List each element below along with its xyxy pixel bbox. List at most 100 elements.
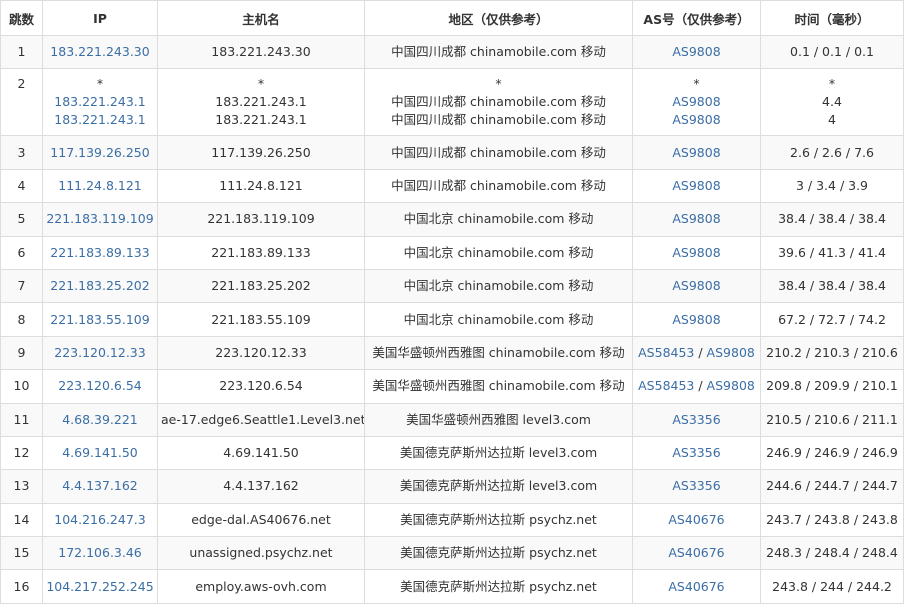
latency-text: 4.4 (822, 94, 842, 110)
as-link[interactable]: AS9808 (672, 94, 720, 109)
as-link[interactable]: AS3356 (672, 412, 720, 427)
time-cell: 243.8 / 244 / 244.2 (760, 569, 904, 604)
as-link[interactable]: AS3356 (672, 478, 720, 493)
region-cell: 中国四川成都 chinamobile.com 移动 (364, 168, 633, 204)
ip-link[interactable]: 172.106.3.46 (46, 544, 154, 562)
as-link[interactable]: AS40676 (668, 512, 724, 527)
ip-link[interactable]: 111.24.8.121 (46, 177, 154, 195)
ip-cell: 104.217.252.245 (42, 569, 158, 604)
as-line: AS58453 / AS9808 (636, 377, 757, 395)
as-link[interactable]: AS9808 (672, 312, 720, 327)
hostname-text: 221.183.89.133 (211, 244, 311, 260)
as-cell: AS3356 (632, 402, 761, 437)
as-line: * (636, 75, 757, 93)
as-link[interactable]: AS9808 (672, 178, 720, 193)
time-cell: 67.2 / 72.7 / 74.2 (760, 302, 904, 337)
hostname-cell: 221.183.89.133 (157, 235, 365, 270)
as-link[interactable]: AS9808 (672, 44, 720, 59)
hop-number: 5 (17, 211, 26, 227)
latency-text: 243.8 / 244 / 244.2 (772, 578, 892, 594)
timeout-marker: * (96, 76, 104, 92)
time-cell: 210.2 / 210.3 / 210.6 (760, 335, 904, 371)
hop-number: 9 (17, 344, 26, 360)
hostname-text: * (257, 76, 265, 92)
as-link[interactable]: AS9808 (672, 211, 720, 226)
hop-cell: 1 (0, 34, 43, 70)
ip-link[interactable]: 4.69.141.50 (46, 444, 154, 462)
ip-link[interactable]: 183.221.243.1 (46, 93, 154, 111)
as-line: AS3356 (636, 444, 757, 462)
as-cell: AS3356 (632, 469, 761, 504)
region-cell: 中国北京 chinamobile.com 移动 (364, 268, 633, 304)
as-link[interactable]: AS9808 (707, 345, 755, 360)
time-cell: 3 / 3.4 / 3.9 (760, 168, 904, 204)
table-row: 11 4.68.39.221 ae-17.edge6.Seattle1.Level3… (0, 402, 904, 437)
as-link[interactable]: AS9808 (707, 378, 755, 393)
hostname-cell: 111.24.8.121 (157, 168, 365, 204)
hop-cell: 2 (0, 68, 43, 137)
region-cell: 美国德克萨斯州达拉斯 level3.com (364, 435, 633, 471)
hop-number: 8 (17, 311, 26, 327)
hostname-text: 4.69.141.50 (223, 445, 299, 461)
as-line: AS9808 (636, 111, 757, 129)
ip-link[interactable]: 221.183.119.109 (46, 210, 154, 228)
ip-link[interactable]: 221.183.25.202 (46, 277, 154, 295)
as-cell: AS58453 / AS9808 (632, 369, 761, 404)
ip-link[interactable]: 104.216.247.3 (46, 511, 154, 529)
region-text: 中国北京 chinamobile.com 移动 (403, 211, 594, 227)
as-link[interactable]: AS58453 (638, 378, 694, 393)
ip-cell: 221.183.89.133 (42, 235, 158, 270)
as-line: AS40676 (636, 578, 757, 596)
ip-link[interactable]: 183.221.243.1 (46, 111, 154, 129)
as-link[interactable]: AS40676 (668, 579, 724, 594)
region-text: * (495, 76, 502, 92)
ip-link[interactable]: 223.120.12.33 (46, 344, 154, 362)
as-cell: AS40676 (632, 536, 761, 571)
as-link[interactable]: AS40676 (668, 545, 724, 560)
region-text: 美国华盛顿州西雅图 level3.com (406, 411, 591, 427)
hostname-text: 4.4.137.162 (223, 478, 299, 494)
ip-link[interactable]: 4.4.137.162 (46, 477, 154, 495)
as-link[interactable]: AS9808 (672, 112, 720, 127)
as-link[interactable]: AS58453 (638, 345, 694, 360)
ip-link[interactable]: 223.120.6.54 (46, 377, 154, 395)
hostname-cell: 223.120.6.54 (157, 369, 365, 404)
ip-link[interactable]: 221.183.55.109 (46, 311, 154, 329)
hop-cell: 10 (0, 369, 43, 404)
region-cell: 中国北京 chinamobile.com 移动 (364, 202, 633, 237)
ip-cell: 221.183.119.109 (42, 202, 158, 237)
ip-link[interactable]: 117.139.26.250 (46, 144, 154, 162)
region-text: 美国德克萨斯州达拉斯 psychz.net (400, 511, 597, 527)
latency-text: 38.4 / 38.4 / 38.4 (778, 211, 886, 227)
ip-cell: 221.183.55.109 (42, 302, 158, 337)
ip-link[interactable]: 221.183.89.133 (46, 244, 154, 262)
as-link[interactable]: AS3356 (672, 445, 720, 460)
region-cell: 中国北京 chinamobile.com 移动 (364, 302, 633, 337)
ip-link[interactable]: 183.221.243.30 (46, 43, 154, 61)
as-link[interactable]: AS9808 (672, 278, 720, 293)
as-line: AS9808 (636, 210, 757, 228)
hop-number: 10 (13, 378, 30, 394)
ip-cell: 4.68.39.221 (42, 402, 158, 437)
region-cell: 美国华盛顿州西雅图 chinamobile.com 移动 (364, 369, 633, 404)
traceroute-table: 跳数 IP 主机名 地区（仅供参考） AS号（仅供参考） 时间（毫秒） 1 183… (0, 0, 904, 604)
hop-number: 6 (17, 244, 26, 260)
region-cell: 美国德克萨斯州达拉斯 psychz.net (364, 569, 633, 604)
table-header: 跳数 IP 主机名 地区（仅供参考） AS号（仅供参考） 时间（毫秒） (0, 0, 904, 36)
ip-cell: 117.139.26.250 (42, 135, 158, 170)
as-cell: AS40676 (632, 502, 761, 538)
ip-cell: 4.69.141.50 (42, 435, 158, 471)
latency-text: 210.2 / 210.3 / 210.6 (766, 344, 898, 360)
ip-link[interactable]: 4.68.39.221 (46, 411, 154, 429)
region-text: 中国四川成都 chinamobile.com 移动 (391, 44, 606, 60)
as-link[interactable]: AS9808 (672, 245, 720, 260)
as-link[interactable]: AS9808 (672, 145, 720, 160)
table-row: 14 104.216.247.3 edge-dal.AS40676.net 美国德克萨… (0, 502, 904, 538)
ip-link[interactable]: 104.217.252.245 (46, 578, 154, 596)
as-cell: AS3356 (632, 435, 761, 471)
latency-text: 0.1 / 0.1 / 0.1 (790, 44, 874, 60)
as-line: AS9808 (636, 93, 757, 111)
table-row: 9 223.120.12.33 223.120.12.33 美国华盛顿州西雅图 chi… (0, 335, 904, 371)
as-line: AS9808 (636, 244, 757, 262)
ip-cell: 223.120.12.33 (42, 335, 158, 371)
